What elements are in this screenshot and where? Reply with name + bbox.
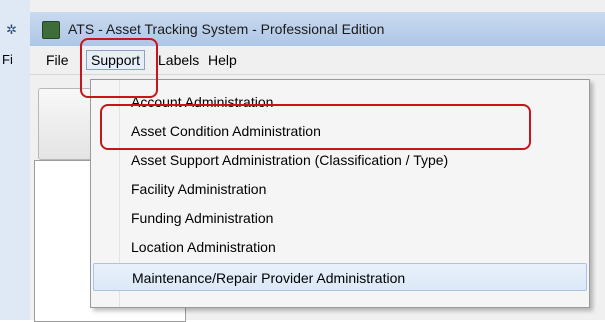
background-window: ✲ Fi — [0, 0, 31, 320]
menu-item-facility-administration[interactable]: Facility Administration — [93, 175, 587, 203]
menu-item-funding-administration[interactable]: Funding Administration — [93, 204, 587, 232]
menu-item-asset-support-administration[interactable]: Asset Support Administration (Classifica… — [93, 146, 587, 174]
menu-item-location-administration[interactable]: Location Administration — [93, 233, 587, 261]
menu-labels[interactable]: Labels — [154, 51, 203, 69]
app-icon-partial: ✲ — [6, 22, 17, 37]
annotation-highlight-asset-condition — [100, 104, 531, 150]
app-icon — [42, 21, 60, 39]
window-title: ATS - Asset Tracking System - Profession… — [68, 21, 385, 37]
menu-file[interactable]: File — [42, 51, 73, 69]
menu-help[interactable]: Help — [204, 51, 241, 69]
background-menu-fragment: Fi — [2, 52, 13, 67]
menu-item-maintenance-repair-provider-administration[interactable]: Maintenance/Repair Provider Administrati… — [93, 263, 587, 291]
annotation-highlight-support-menu — [80, 38, 158, 98]
